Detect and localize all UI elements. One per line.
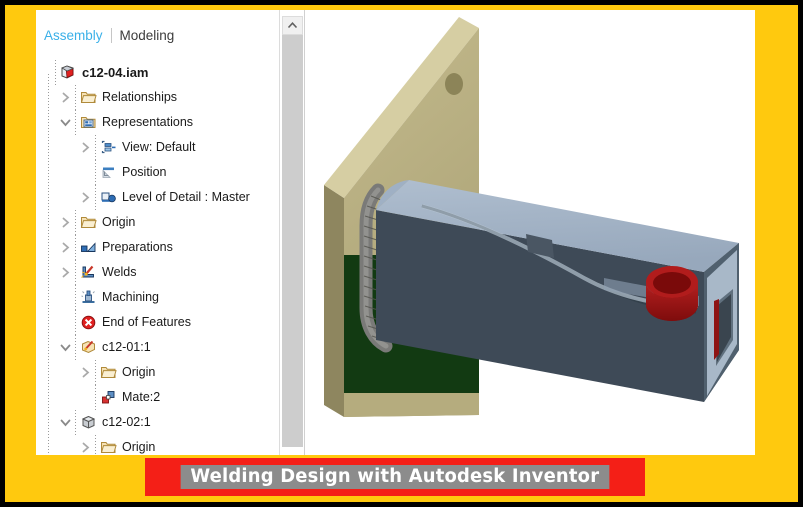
tree-node-label: Origin xyxy=(122,440,156,454)
tree-node-origin[interactable]: Origin xyxy=(36,360,278,385)
tree-node-c12-01-1[interactable]: c12-01:1 xyxy=(36,335,278,360)
tree-node-level-of-detail-master[interactable]: Level of Detail : Master xyxy=(36,185,278,210)
tree-connector xyxy=(93,435,100,455)
scrollbar-track[interactable] xyxy=(282,35,303,447)
tree-node-label: Preparations xyxy=(102,240,173,254)
model-browser-panel: Assembly Modeling c12-04.iam Relationship… xyxy=(36,10,278,455)
tree-node-position[interactable]: Position xyxy=(36,160,278,185)
chevron-right-icon[interactable] xyxy=(60,217,71,228)
chevron-down-icon[interactable] xyxy=(60,417,71,428)
folder-icon xyxy=(80,89,97,106)
chevron-right-icon[interactable] xyxy=(80,442,91,453)
scroll-up-arrow-icon[interactable] xyxy=(282,16,303,35)
tree-connector xyxy=(73,210,80,235)
tree-connector xyxy=(73,335,80,360)
tree-connector xyxy=(93,160,100,185)
tree-node-label: End of Features xyxy=(102,315,191,329)
chevron-right-icon[interactable] xyxy=(60,267,71,278)
level-of-detail-icon xyxy=(100,189,117,206)
plate-lower-shading xyxy=(344,393,479,417)
assembly-document-icon xyxy=(60,64,77,81)
browser-panel-divider xyxy=(279,10,280,455)
welds-icon xyxy=(80,264,97,281)
tree-node-label: Position xyxy=(122,165,167,179)
tree-node-label: c12-04.iam xyxy=(82,65,149,80)
position-representation-icon xyxy=(100,164,117,181)
tree-node-label: Mate:2 xyxy=(122,390,161,404)
tree-node-mate-2[interactable]: Mate:2 xyxy=(36,385,278,410)
tree-node-label: View: Default xyxy=(122,140,196,154)
tree-node-representations[interactable]: Representations xyxy=(36,110,278,135)
tree-node-label: Welds xyxy=(102,265,137,279)
tree-node-welds[interactable]: Welds xyxy=(36,260,278,285)
tree-connector xyxy=(53,60,60,85)
tree-connector xyxy=(73,235,80,260)
folder-icon xyxy=(80,214,97,231)
tree-node-machining[interactable]: Machining xyxy=(36,285,278,310)
tab-assembly[interactable]: Assembly xyxy=(36,28,111,43)
tree-connector xyxy=(73,410,80,435)
tree-node-view-default[interactable]: View: Default xyxy=(36,135,278,160)
tree-connector xyxy=(93,135,100,160)
browser-tab-bar: Assembly Modeling xyxy=(36,22,278,48)
tree-node-label: Origin xyxy=(102,215,136,229)
tree-node-label: Level of Detail : Master xyxy=(122,190,250,204)
inventor-application-window: Assembly Modeling c12-04.iam Relationship… xyxy=(36,10,755,455)
tree-connector xyxy=(93,185,100,210)
folder-icon xyxy=(100,439,117,455)
tree-node-label: Origin xyxy=(122,365,156,379)
tree-node-origin[interactable]: Origin xyxy=(36,435,278,455)
chevron-right-icon[interactable] xyxy=(60,242,71,253)
preparations-icon xyxy=(80,239,97,256)
tab-modeling[interactable]: Modeling xyxy=(112,28,183,43)
title-banner-area: Welding Design with Autodesk Inventor xyxy=(36,458,755,502)
tree-node-c12-04-iam[interactable]: c12-04.iam xyxy=(36,60,278,85)
tree-node-label: Machining xyxy=(102,290,159,304)
tree-node-label: Representations xyxy=(102,115,194,129)
tree-connector xyxy=(93,360,100,385)
tree-connector xyxy=(73,110,80,135)
end-of-features-icon xyxy=(80,314,97,331)
tree-node-label: Relationships xyxy=(102,90,178,104)
tree-connector xyxy=(73,285,80,310)
weldment-assembly-model xyxy=(324,17,739,417)
tree-node-label: c12-02:1 xyxy=(102,415,151,429)
browser-vertical-scrollbar[interactable] xyxy=(279,10,303,455)
tree-node-relationships[interactable]: Relationships xyxy=(36,85,278,110)
mate-constraint-icon xyxy=(100,389,117,406)
3d-graphics-viewport[interactable] xyxy=(304,10,755,455)
folder-icon xyxy=(100,364,117,381)
tree-connector xyxy=(73,310,80,335)
view-representation-icon xyxy=(100,139,117,156)
part-cube-icon xyxy=(80,414,97,431)
machining-icon xyxy=(80,289,97,306)
tree-node-preparations[interactable]: Preparations xyxy=(36,235,278,260)
tree-node-end-of-features[interactable]: End of Features xyxy=(36,310,278,335)
tree-connector xyxy=(73,85,80,110)
tree-node-origin[interactable]: Origin xyxy=(36,210,278,235)
viewport-left-border xyxy=(304,10,305,455)
tree-connector xyxy=(93,385,100,410)
chevron-right-icon[interactable] xyxy=(80,192,91,203)
screenshot-frame: Assembly Modeling c12-04.iam Relationship… xyxy=(0,0,803,507)
tree-node-label: c12-01:1 xyxy=(102,340,151,354)
round-boss xyxy=(646,266,698,321)
tree-node-c12-02-1[interactable]: c12-02:1 xyxy=(36,410,278,435)
chevron-down-icon[interactable] xyxy=(60,117,71,128)
chevron-right-icon[interactable] xyxy=(80,367,91,378)
tree-connector xyxy=(73,260,80,285)
chevron-right-icon[interactable] xyxy=(60,92,71,103)
chevron-down-icon[interactable] xyxy=(60,342,71,353)
representations-folder-icon xyxy=(80,114,97,131)
banner-title-text: Welding Design with Autodesk Inventor xyxy=(180,465,610,489)
title-banner: Welding Design with Autodesk Inventor xyxy=(145,458,645,496)
chevron-right-icon[interactable] xyxy=(80,142,91,153)
weldment-part-icon xyxy=(80,339,97,356)
assembly-model-tree[interactable]: c12-04.iam Relationships Representations Vi… xyxy=(36,60,278,455)
